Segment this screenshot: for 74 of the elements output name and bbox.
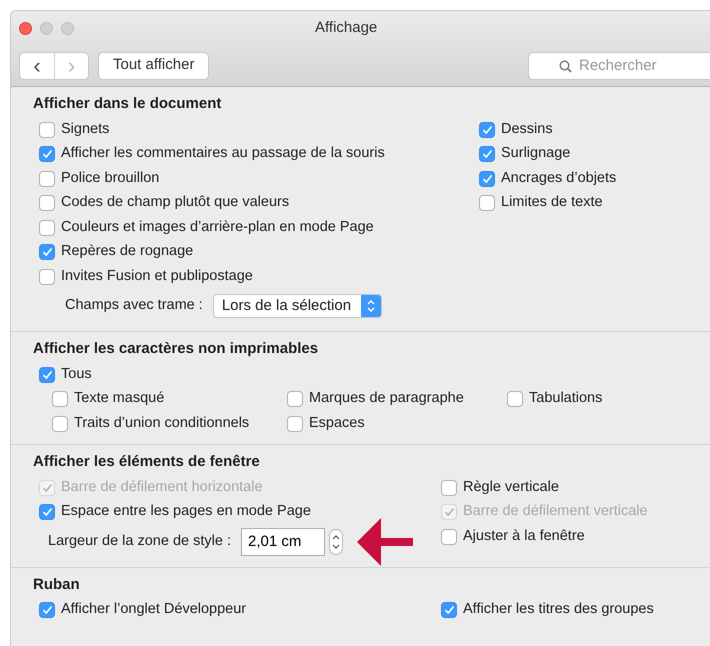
minimize-button[interactable] (40, 22, 53, 35)
checkbox[interactable] (479, 146, 495, 162)
checkbox[interactable] (39, 170, 55, 187)
section-title: Afficher dans le document (33, 94, 222, 114)
checkbox-label: Surlignage (501, 144, 570, 164)
checkbox-label: Afficher les commentaires au passage de la souris (61, 144, 385, 164)
checkbox[interactable] (441, 602, 457, 618)
checkbox-label: Couleurs et images d’arrière-plan en mode Page (61, 218, 374, 237)
checkbox-label: Police brouillon (61, 168, 160, 188)
checkbox-label: Barre de défilement horizontale (61, 478, 263, 497)
checkbox-label: Règle verticale (463, 478, 559, 497)
checkbox-label: Traits d’union conditionnels (74, 414, 250, 433)
checkbox-label: Espace entre les pages en mode Page (61, 502, 311, 522)
window-title: Affichage (315, 18, 378, 38)
checkmark-icon (42, 149, 52, 160)
checkbox-label: Texte masqué (74, 389, 164, 408)
checkbox-label: Codes de champ plutôt que valeurs (61, 193, 290, 212)
checkbox-label: Repères de rognage (61, 242, 194, 262)
checkbox-label: Espaces (309, 414, 365, 433)
section-title: Ruban (33, 574, 81, 594)
checkmark-icon (42, 370, 52, 380)
checkbox[interactable] (479, 122, 495, 138)
checkbox[interactable] (39, 122, 55, 138)
checkbox-label: Tous (61, 364, 92, 384)
checkbox[interactable] (39, 504, 55, 520)
checkbox-label: Limites de texte (501, 193, 603, 212)
zoom-button[interactable] (61, 22, 74, 35)
checkbox[interactable] (479, 170, 495, 187)
checkbox-label: Barre de défilement verticale (463, 502, 648, 522)
checkmark-icon (444, 507, 454, 518)
checkbox[interactable] (39, 244, 55, 260)
checkbox[interactable] (39, 195, 55, 212)
checkbox-label: Afficher les titres des groupes (463, 600, 654, 620)
search-field[interactable]: Rechercher (528, 52, 710, 80)
section-title: Afficher les éléments de fenêtre (33, 452, 261, 472)
checkbox[interactable] (479, 195, 495, 212)
checkmark-icon (482, 149, 492, 160)
checkbox[interactable] (39, 146, 55, 162)
checkbox[interactable] (441, 528, 457, 545)
checkbox-label: Marques de paragraphe (309, 389, 464, 408)
checkbox[interactable] (39, 366, 55, 383)
checkmark-icon (482, 174, 492, 184)
checkbox-label: Invites Fusion et publipostage (61, 266, 253, 286)
checkbox[interactable] (507, 391, 523, 408)
checkmark-icon (444, 605, 454, 616)
field-label: Largeur de la zone de style : (48, 532, 231, 551)
checkbox[interactable] (287, 391, 303, 408)
checkbox-label: Ajuster à la fenêtre (463, 526, 585, 546)
checkbox[interactable] (52, 391, 68, 408)
field-label: Champs avec trame : (65, 296, 203, 316)
checkbox[interactable] (39, 220, 55, 236)
checkbox-label: Ancrages d’objets (501, 168, 616, 188)
checkbox[interactable] (287, 416, 303, 432)
checkbox[interactable] (441, 480, 457, 496)
checkmark-icon (42, 482, 52, 493)
close-button[interactable] (19, 22, 32, 35)
show-all-button[interactable]: Tout afficher (98, 52, 210, 80)
checkbox[interactable] (39, 602, 55, 618)
checkmark-icon (42, 507, 52, 518)
checkbox[interactable] (39, 268, 55, 285)
number-field[interactable]: 2,01 cm (240, 528, 325, 556)
updown-icon (367, 299, 376, 313)
checkmark-icon (42, 247, 52, 258)
dropdown[interactable]: Lors de la sélection (212, 294, 382, 318)
checkbox-label: Dessins (501, 120, 553, 139)
checkmark-icon (482, 124, 492, 135)
checkbox[interactable] (52, 416, 68, 432)
back-button[interactable]: ‹ (20, 52, 54, 78)
checkmark-icon (42, 605, 52, 616)
checkbox-label: Afficher l’onglet Développeur (61, 600, 246, 620)
checkbox-label: Signets (61, 120, 110, 139)
checkbox-label: Tabulations (529, 389, 602, 408)
section-title: Afficher les caractères non imprimables (33, 339, 320, 359)
stepper[interactable] (328, 528, 343, 554)
